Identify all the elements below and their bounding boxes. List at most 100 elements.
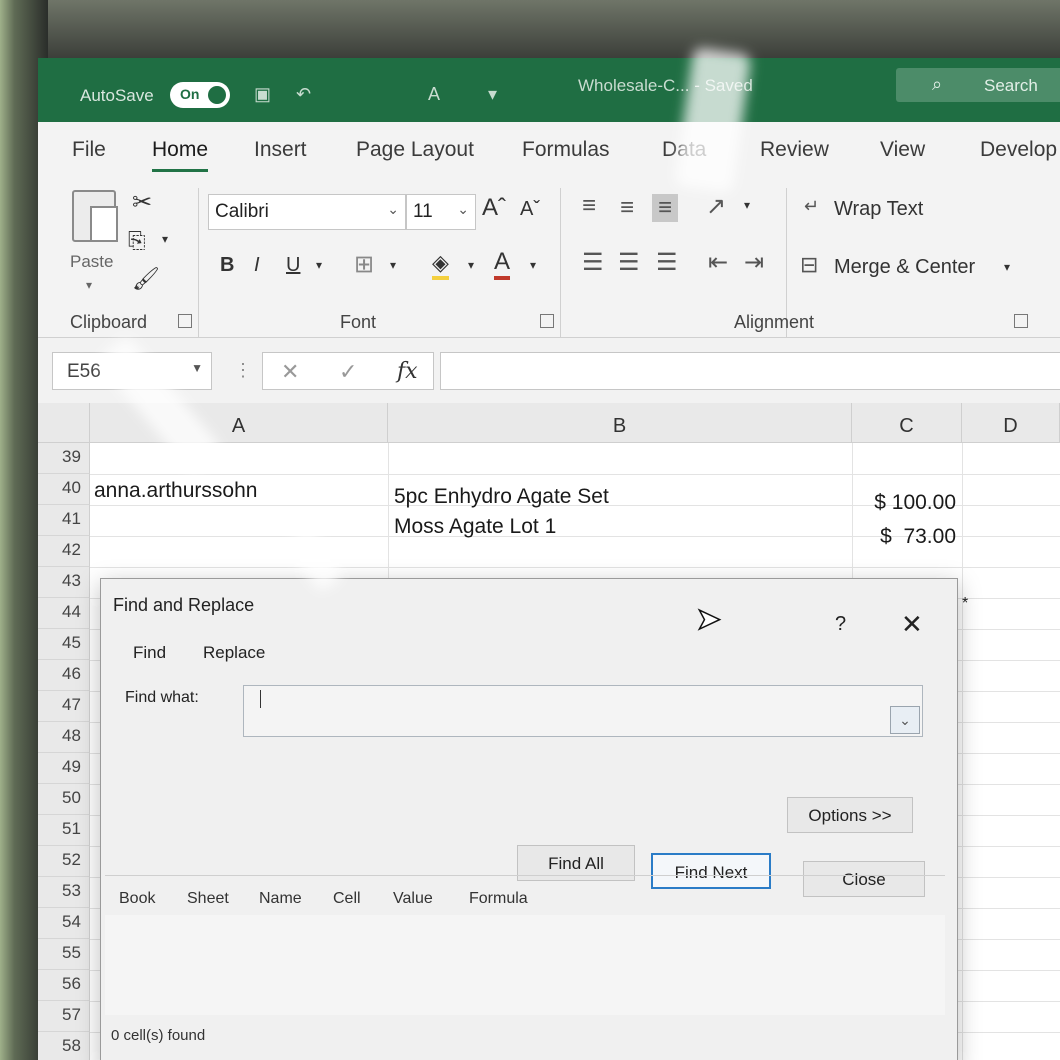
insert-function-icon[interactable]: fx [397,359,418,384]
font-color-qat-icon[interactable]: A [428,84,440,105]
font-launcher-icon[interactable] [540,314,554,328]
results-column-book[interactable]: Book [119,890,155,908]
column-header-c[interactable]: C [852,403,962,443]
close-icon[interactable]: ✕ [901,609,923,640]
tab-replace[interactable]: Replace [203,643,265,663]
tab-insert[interactable]: Insert [254,138,307,162]
row-header[interactable]: 56 [38,970,90,1001]
fill-color-icon[interactable]: ◈ [432,250,449,280]
row-header[interactable]: 47 [38,691,90,722]
row-header[interactable]: 58 [38,1032,90,1060]
align-right-icon[interactable]: ☰ [656,248,678,277]
cell-a40[interactable]: anna.arthurssohn [94,479,257,503]
bold-button[interactable]: B [220,254,234,277]
increase-font-size-icon[interactable]: Aˆ [482,194,506,222]
align-middle-icon[interactable]: ≡ [620,194,634,222]
tab-file[interactable]: File [72,138,106,162]
underline-button[interactable]: U [286,254,300,277]
help-icon[interactable]: ? [835,613,846,636]
format-painter-icon[interactable]: 🖌 [132,266,160,292]
font-size-combo[interactable]: 11 ⌄ [406,194,476,230]
align-left-icon[interactable]: ☰ [582,248,604,277]
orientation-dropdown-icon[interactable]: ▾ [744,198,750,212]
tab-page-layout[interactable]: Page Layout [356,138,474,162]
cell-b41[interactable]: Moss Agate Lot 1 [394,515,556,539]
row-header[interactable]: 50 [38,784,90,815]
borders-dropdown-icon[interactable]: ▾ [390,258,396,272]
tab-developer[interactable]: Develop [980,138,1057,162]
wrap-text-button[interactable]: Wrap Text [834,198,923,221]
undo-icon[interactable]: ↶ [296,84,311,105]
row-header[interactable]: 44 [38,598,90,629]
merge-dropdown-icon[interactable]: ▾ [1004,260,1010,274]
row-header[interactable]: 48 [38,722,90,753]
results-column-cell[interactable]: Cell [333,890,361,908]
save-icon[interactable]: ▣ [254,84,271,105]
cancel-icon[interactable]: ✕ [281,359,299,385]
results-column-sheet[interactable]: Sheet [187,890,229,908]
select-all-corner[interactable] [38,403,90,443]
align-top-icon[interactable]: ≡ [582,192,596,220]
row-header[interactable]: 45 [38,629,90,660]
copy-dropdown-icon[interactable]: ▾ [162,232,168,246]
clipboard-launcher-icon[interactable] [178,314,192,328]
row-header[interactable]: 43 [38,567,90,598]
row-header[interactable]: 55 [38,939,90,970]
font-color-dropdown-icon[interactable]: ▾ [530,258,536,272]
tab-formulas[interactable]: Formulas [522,138,610,162]
decrease-indent-icon[interactable]: ⇤ [708,248,728,277]
cell-b40[interactable]: 5pc Enhydro Agate Set [394,485,609,509]
row-header[interactable]: 53 [38,877,90,908]
results-list[interactable] [105,915,945,1015]
orientation-icon[interactable]: ↗ [706,192,726,221]
wrap-text-icon[interactable]: ↵ [804,196,819,217]
row-header[interactable]: 46 [38,660,90,691]
align-bottom-icon[interactable]: ≡ [652,194,679,222]
formula-input[interactable] [440,352,1060,390]
search-box[interactable]: ⌕ Search [896,68,1060,102]
underline-dropdown-icon[interactable]: ▾ [316,258,322,272]
cell-c41[interactable]: $ 73.00 [856,525,956,549]
autosave-toggle[interactable]: On [170,82,230,108]
results-column-formula[interactable]: Formula [469,890,528,908]
qat-dropdown-icon[interactable]: ▾ [488,84,497,105]
tab-view[interactable]: View [880,138,925,162]
cut-icon[interactable]: ✂ [132,188,152,217]
row-header[interactable]: 49 [38,753,90,784]
row-header[interactable]: 39 [38,443,90,474]
tab-find[interactable]: Find [133,643,166,665]
merge-center-icon[interactable]: ⊟ [800,252,818,278]
options-button[interactable]: Options >> [787,797,913,833]
row-header[interactable]: 52 [38,846,90,877]
alignment-launcher-icon[interactable] [1014,314,1028,328]
italic-button[interactable]: I [254,254,260,277]
tab-review[interactable]: Review [760,138,829,162]
row-header[interactable]: 57 [38,1001,90,1032]
paste-button-label[interactable]: Paste [70,252,113,272]
row-header[interactable]: 42 [38,536,90,567]
paste-dropdown-icon[interactable]: ▾ [86,278,92,292]
font-color-icon[interactable]: A [494,248,511,280]
row-header[interactable]: 54 [38,908,90,939]
column-header-d[interactable]: D [962,403,1060,443]
cell-c40[interactable]: $ 100.00 [856,491,956,515]
tab-home[interactable]: Home [152,138,209,172]
paste-icon[interactable] [72,190,118,242]
font-name-combo[interactable]: Calibri ⌄ [208,194,406,230]
column-header-a[interactable]: A [90,403,388,443]
decrease-font-size-icon[interactable]: Aˇ [520,198,540,221]
results-column-name[interactable]: Name [259,890,302,908]
row-header[interactable]: 51 [38,815,90,846]
align-center-icon[interactable]: ☰ [618,248,640,277]
copy-icon[interactable]: ⎘ [128,228,146,254]
row-header[interactable]: 41 [38,505,90,536]
row-header[interactable]: 40 [38,474,90,505]
chevron-down-icon[interactable]: ⌄ [890,706,920,734]
results-column-value[interactable]: Value [393,890,433,908]
find-what-input[interactable]: ⌄ [243,685,923,737]
enter-icon[interactable]: ✓ [339,359,357,385]
increase-indent-icon[interactable]: ⇥ [744,248,764,277]
column-header-b[interactable]: B [388,403,852,443]
fill-color-dropdown-icon[interactable]: ▾ [468,258,474,272]
borders-icon[interactable]: ⊞ [354,250,374,279]
